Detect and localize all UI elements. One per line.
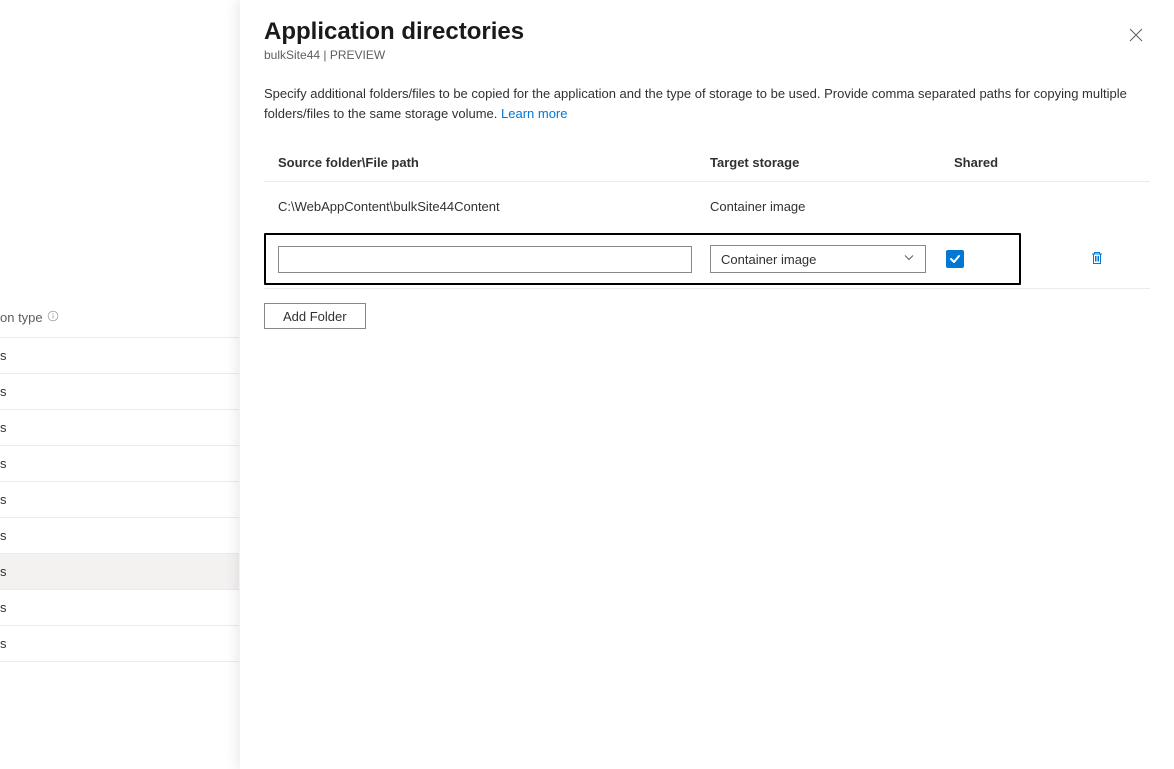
sidebar-item[interactable]: s <box>0 482 239 518</box>
panel-header: Application directories bulkSite44 | PRE… <box>264 18 1150 62</box>
sidebar-item[interactable]: s <box>0 410 239 446</box>
sidebar-item-label: s <box>0 348 7 363</box>
sidebar-item[interactable]: s <box>0 374 239 410</box>
sidebar-item[interactable]: s <box>0 626 239 662</box>
table-edit-row: Container image <box>264 230 1150 288</box>
edit-row-outline: Container image <box>264 233 1021 285</box>
info-icon <box>47 310 59 325</box>
header-target: Target storage <box>710 155 954 170</box>
sidebar-item[interactable]: s <box>0 590 239 626</box>
close-button[interactable] <box>1122 22 1150 50</box>
delete-row-button[interactable] <box>1081 243 1113 275</box>
panel-description: Specify additional folders/files to be c… <box>264 84 1134 124</box>
source-path-input[interactable] <box>278 246 692 273</box>
chevron-down-icon <box>903 252 915 267</box>
sidebar-item-label: s <box>0 384 7 399</box>
sidebar-section-label: on type <box>0 310 239 337</box>
table-row: C:\WebAppContent\bulkSite44Content Conta… <box>264 182 1150 230</box>
sidebar-item[interactable]: s <box>0 554 239 590</box>
sidebar-item-label: s <box>0 600 7 615</box>
sidebar-item[interactable]: s <box>0 446 239 482</box>
shared-checkbox[interactable] <box>946 250 964 268</box>
sidebar-item-label: s <box>0 420 7 435</box>
sidebar-item-label: s <box>0 564 7 579</box>
sidebar-item[interactable]: s <box>0 518 239 554</box>
table-header-row: Source folder\File path Target storage S… <box>264 144 1150 182</box>
sidebar-item-label: s <box>0 636 7 651</box>
sidebar-item-label: s <box>0 528 7 543</box>
sidebar-item-label: s <box>0 492 7 507</box>
header-source: Source folder\File path <box>278 155 710 170</box>
select-value: Container image <box>721 252 816 267</box>
panel-subtitle: bulkSite44 | PREVIEW <box>264 48 1150 62</box>
sidebar-item[interactable]: s <box>0 338 239 374</box>
add-folder-button[interactable]: Add Folder <box>264 303 366 329</box>
trash-icon <box>1089 250 1105 269</box>
close-icon <box>1129 28 1143 45</box>
sidebar-item-label: s <box>0 456 7 471</box>
learn-more-link[interactable]: Learn more <box>501 106 567 121</box>
header-shared: Shared <box>954 155 1034 170</box>
sidebar-fragment: on type s s s s s s s s s <box>0 0 240 769</box>
application-directories-panel: Application directories bulkSite44 | PRE… <box>240 0 1174 769</box>
cell-source: C:\WebAppContent\bulkSite44Content <box>278 199 710 214</box>
sidebar-list: s s s s s s s s s <box>0 337 239 662</box>
cell-target: Container image <box>710 199 954 214</box>
panel-title: Application directories <box>264 18 1150 46</box>
description-text: Specify additional folders/files to be c… <box>264 86 1127 121</box>
target-storage-select[interactable]: Container image <box>710 245 926 273</box>
sidebar-section-text: on type <box>0 310 43 325</box>
directories-table: Source folder\File path Target storage S… <box>264 144 1150 289</box>
